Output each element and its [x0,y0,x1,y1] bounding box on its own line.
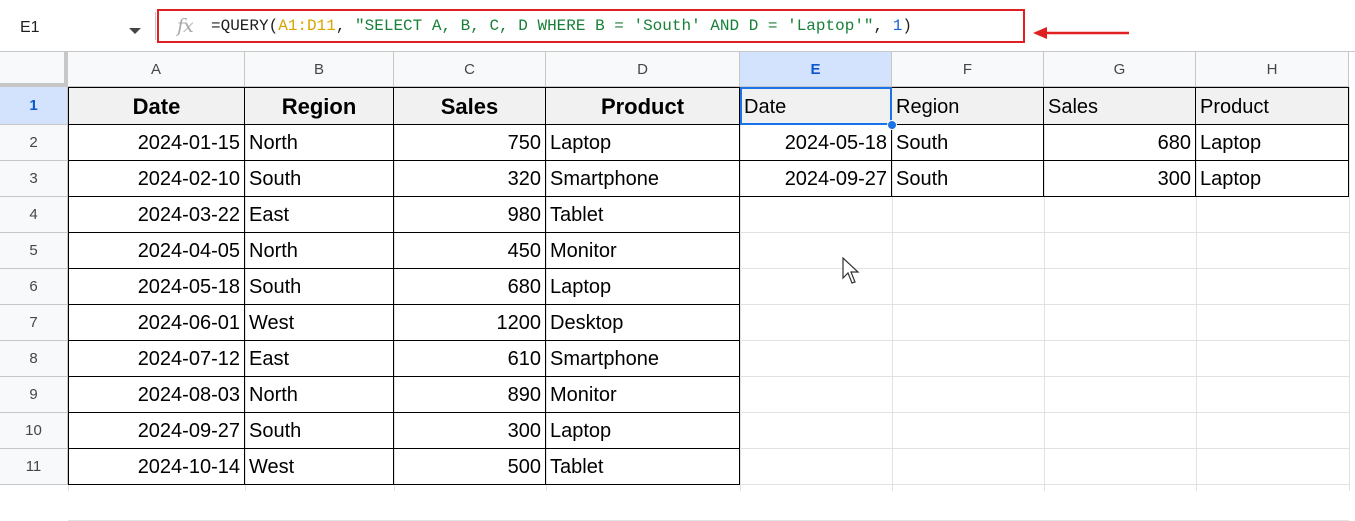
formula-bar-divider [155,12,156,40]
cell-d5[interactable]: Monitor [546,233,740,269]
cell-c7[interactable]: 1200 [394,305,546,341]
row-header-6[interactable]: 6 [0,269,68,305]
cell-d6[interactable]: Laptop [546,269,740,305]
selected-cell-outline [740,87,892,125]
cell-a6[interactable]: 2024-05-18 [68,269,245,305]
row-header-2[interactable]: 2 [0,125,68,161]
cell-e3[interactable]: 2024-09-27 [740,161,892,197]
formula-close: ) [902,17,912,35]
formula-sep: , [873,17,893,35]
cell-d9[interactable]: Monitor [546,377,740,413]
cell-c6[interactable]: 680 [394,269,546,305]
row-header-7[interactable]: 7 [0,305,68,341]
cell-d2[interactable]: Laptop [546,125,740,161]
column-header-a[interactable]: A [68,52,245,87]
cell-g1[interactable]: Sales [1044,87,1196,125]
cell-c11[interactable]: 500 [394,449,546,485]
cell-a1[interactable]: Date [68,87,245,125]
row-header-3[interactable]: 3 [0,161,68,197]
row-header-5[interactable]: 5 [0,233,68,269]
row-header-4[interactable]: 4 [0,197,68,233]
cell-d1[interactable]: Product [546,87,740,125]
formula-sep: , [335,17,356,35]
cell-b9[interactable]: North [245,377,394,413]
cell-c3[interactable]: 320 [394,161,546,197]
formula-bar: E1 fx =QUERY(A1:D11, "SELECT A, B, C, D … [0,0,1355,52]
cell-b4[interactable]: East [245,197,394,233]
cell-a4[interactable]: 2024-03-22 [68,197,245,233]
cell-b1[interactable]: Region [245,87,394,125]
gridline [1349,87,1350,491]
cell-f2[interactable]: South [892,125,1044,161]
cell-c4[interactable]: 980 [394,197,546,233]
cell-h2[interactable]: Laptop [1196,125,1349,161]
cell-g2[interactable]: 680 [1044,125,1196,161]
cell-a8[interactable]: 2024-07-12 [68,341,245,377]
cell-c10[interactable]: 300 [394,413,546,449]
cell-c5[interactable]: 450 [394,233,546,269]
name-box-dropdown-icon[interactable] [129,28,141,34]
cell-d3[interactable]: Smartphone [546,161,740,197]
row-header-10[interactable]: 10 [0,413,68,449]
cell-c9[interactable]: 890 [394,377,546,413]
cell-a3[interactable]: 2024-02-10 [68,161,245,197]
column-header-g[interactable]: G [1044,52,1196,87]
row-header-9[interactable]: 9 [0,377,68,413]
fx-icon: fx [177,15,194,37]
fill-handle[interactable] [887,120,897,130]
cell-b7[interactable]: West [245,305,394,341]
cell-d8[interactable]: Smartphone [546,341,740,377]
cell-a10[interactable]: 2024-09-27 [68,413,245,449]
cell-f3[interactable]: South [892,161,1044,197]
column-header-f[interactable]: F [892,52,1044,87]
formula-highlight-box: fx =QUERY(A1:D11, "SELECT A, B, C, D WHE… [157,9,1025,43]
cell-a9[interactable]: 2024-08-03 [68,377,245,413]
row-header-1[interactable]: 1 [0,87,68,125]
cell-b6[interactable]: South [245,269,394,305]
select-all-corner[interactable] [0,52,68,87]
cell-a7[interactable]: 2024-06-01 [68,305,245,341]
cell-c1[interactable]: Sales [394,87,546,125]
formula-query-string: "SELECT A, B, C, D WHERE B = 'South' AND… [355,17,874,35]
cell-d11[interactable]: Tablet [546,449,740,485]
row-header-8[interactable]: 8 [0,341,68,377]
cell-f1[interactable]: Region [892,87,1044,125]
cell-a11[interactable]: 2024-10-14 [68,449,245,485]
cell-c2[interactable]: 750 [394,125,546,161]
cell-g3[interactable]: 300 [1044,161,1196,197]
cell-b10[interactable]: South [245,413,394,449]
cell-d4[interactable]: Tablet [546,197,740,233]
cell-d7[interactable]: Desktop [546,305,740,341]
cell-d10[interactable]: Laptop [546,413,740,449]
column-header-e[interactable]: E [740,52,892,87]
cell-b3[interactable]: South [245,161,394,197]
formula-range: A1:D11 [278,17,336,35]
annotation-arrow-icon [1033,27,1129,39]
cell-h1[interactable]: Product [1196,87,1349,125]
cell-e2[interactable]: 2024-05-18 [740,125,892,161]
cell-a5[interactable]: 2024-04-05 [68,233,245,269]
mouse-cursor-icon [842,257,860,284]
cell-c8[interactable]: 610 [394,341,546,377]
cell-b8[interactable]: East [245,341,394,377]
cell-b11[interactable]: West [245,449,394,485]
column-header-h[interactable]: H [1196,52,1349,87]
name-box[interactable]: E1 [20,19,40,37]
formula-headers-arg: 1 [892,17,903,35]
formula-func: =QUERY( [211,17,279,35]
cell-b2[interactable]: North [245,125,394,161]
cell-a2[interactable]: 2024-01-15 [68,125,245,161]
formula-input[interactable]: =QUERY(A1:D11, "SELECT A, B, C, D WHERE … [211,17,912,35]
column-header-c[interactable]: C [394,52,546,87]
column-header-b[interactable]: B [245,52,394,87]
cell-b5[interactable]: North [245,233,394,269]
column-header-d[interactable]: D [546,52,740,87]
row-header-11[interactable]: 11 [0,449,68,485]
cell-h3[interactable]: Laptop [1196,161,1349,197]
